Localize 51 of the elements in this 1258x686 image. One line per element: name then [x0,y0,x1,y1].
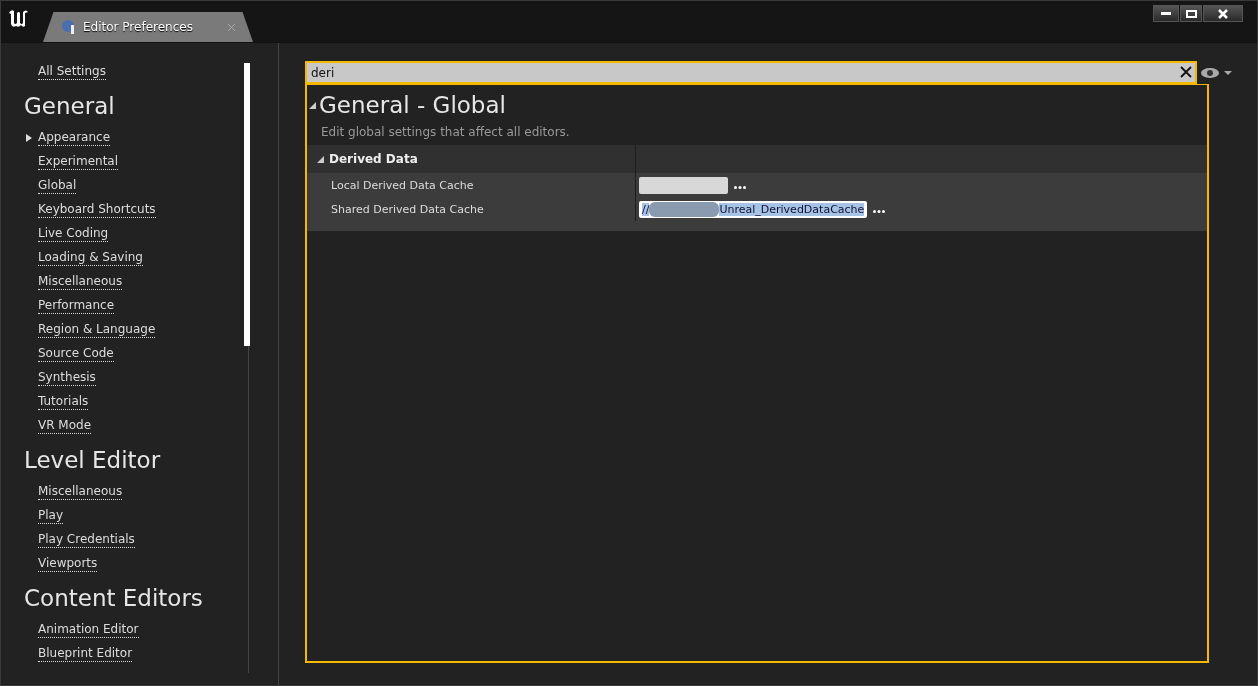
expand-arrow-icon[interactable] [309,101,316,109]
settings-link[interactable]: Performance [38,298,115,314]
category-header[interactable]: Derived Data [307,145,1207,173]
settings-link[interactable]: Global [38,178,77,194]
tab-title: Editor Preferences [83,20,194,34]
eye-icon[interactable] [1201,66,1233,79]
maximize-icon [1185,9,1197,18]
minimize-icon [1161,12,1171,15]
details-title: General - Global [319,92,506,118]
property-label: Local Derived Data Cache [331,178,474,192]
path-field[interactable]: // Unreal_DerivedDataCache [639,200,868,218]
settings-link[interactable]: Experimental [38,154,119,170]
details-description: Edit global settings that affect all editors. [320,125,571,141]
logo-icon [7,9,29,29]
settings-link[interactable]: Loading & Saving [38,250,143,266]
settings-link[interactable]: Keyboard Shortcuts [38,202,156,218]
maximize-button[interactable] [1180,5,1202,22]
settings-link[interactable]: Appearance [38,130,111,146]
section-heading: Content Editors [24,584,204,613]
path-field[interactable] [639,176,728,194]
section-heading: Level Editor [24,446,162,475]
close-button[interactable] [1203,5,1243,22]
section-heading: General [24,92,116,121]
settings-link[interactable]: Source Code [38,346,114,362]
search-field[interactable]: deri [305,61,1197,84]
property-label: Shared Derived Data Cache [331,202,484,216]
settings-link[interactable]: Play Credentials [38,532,135,548]
path-text: Unreal_DerivedDataCache [719,202,865,216]
clear-icon[interactable] [1180,66,1192,78]
minimize-button[interactable] [1153,5,1179,22]
editor-tab[interactable]: Editor Preferences [43,12,253,42]
expand-arrow-icon[interactable] [26,134,32,142]
path-text: // [642,202,650,216]
settings-link[interactable]: Tutorials [38,394,89,410]
settings-link[interactable]: Region & Language [38,322,156,338]
close-icon [1218,8,1228,19]
settings-link[interactable]: Animation Editor [38,622,139,638]
settings-link[interactable]: Blueprint Editor [38,646,133,662]
settings-link[interactable]: Synthesis [38,370,96,386]
settings-link[interactable]: Miscellaneous [38,484,123,500]
more-icon [873,210,886,213]
settings-link[interactable]: VR Mode [38,418,92,434]
settings-link[interactable]: Live Coding [38,226,109,242]
all-settings-link[interactable]: All Settings [38,64,106,80]
settings-link[interactable]: Miscellaneous [38,274,123,290]
collapse-arrow-icon[interactable] [317,155,324,163]
category-title: Derived Data [329,152,418,166]
more-icon [734,186,746,189]
settings-link[interactable]: Viewports [38,556,98,572]
settings-link[interactable]: Play [38,508,64,524]
scrollbar-thumb[interactable] [244,63,250,346]
